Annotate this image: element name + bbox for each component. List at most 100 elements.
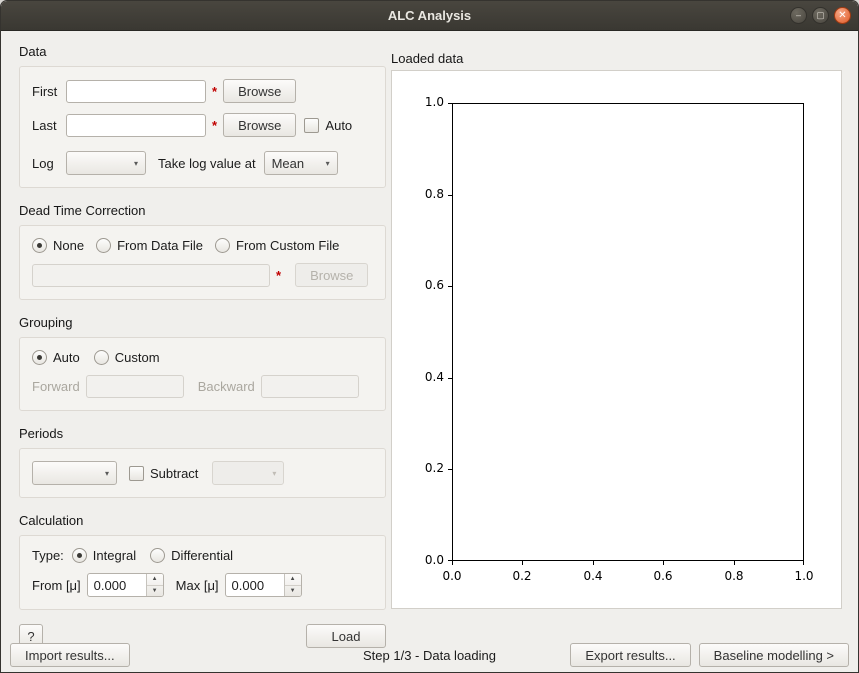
last-run-input[interactable] [66, 114, 206, 137]
x-tick-label: 1.0 [789, 569, 819, 583]
take-log-dropdown[interactable]: Mean ▾ [264, 151, 338, 175]
baseline-modelling-button[interactable]: Baseline modelling > [699, 643, 849, 667]
dead-time-browse-button: Browse [295, 263, 368, 287]
first-run-input[interactable] [66, 80, 206, 103]
title-bar[interactable]: ALC Analysis – ▢ ✕ [1, 1, 858, 31]
spin-arrows: ▲ ▼ [146, 574, 163, 596]
x-tick-mark [803, 561, 804, 565]
log-label: Log [32, 156, 66, 171]
grouping-auto-label: Auto [53, 350, 80, 365]
window-title: ALC Analysis [388, 8, 471, 23]
y-tick-mark [448, 103, 452, 104]
import-results-button[interactable]: Import results... [10, 643, 130, 667]
controls-panel: Data First * Browse Last * Browse Auto L… [19, 30, 386, 648]
radio-icon [32, 238, 47, 253]
last-browse-button[interactable]: Browse [223, 113, 296, 137]
subtract-checkbox[interactable] [129, 466, 144, 481]
max-spinbox-input[interactable] [226, 574, 284, 596]
radio-icon [96, 238, 111, 253]
radio-icon [150, 548, 165, 563]
integral-radio[interactable]: Integral [72, 548, 136, 563]
grouping-groupbox: Auto Custom Forward Backward [19, 337, 386, 411]
close-button[interactable]: ✕ [834, 7, 851, 24]
max-spinbox[interactable]: ▲ ▼ [225, 573, 302, 597]
dead-time-section-label: Dead Time Correction [19, 203, 386, 218]
y-tick-label: 0.4 [392, 370, 444, 384]
data-groupbox: First * Browse Last * Browse Auto Log ▾ [19, 66, 386, 188]
grouping-options-row: Auto Custom [32, 350, 373, 365]
dead-time-data-file-label: From Data File [117, 238, 203, 253]
calculation-groupbox: Type: Integral Differential From [μ] [19, 535, 386, 610]
grouping-section-label: Grouping [19, 315, 386, 330]
export-results-button[interactable]: Export results... [570, 643, 690, 667]
x-tick-label: 0.6 [648, 569, 678, 583]
calculation-type-row: Type: Integral Differential [32, 548, 373, 563]
y-tick-mark [448, 286, 452, 287]
last-run-row: Last * Browse Auto [32, 113, 373, 137]
dead-time-none-radio[interactable]: None [32, 238, 84, 253]
required-asterisk: * [276, 268, 281, 283]
x-tick-mark [734, 561, 735, 565]
dead-time-custom-file-radio[interactable]: From Custom File [215, 238, 339, 253]
grouping-custom-radio[interactable]: Custom [94, 350, 160, 365]
backward-grouping-input [261, 375, 359, 398]
periods-section-label: Periods [19, 426, 386, 441]
from-spinbox[interactable]: ▲ ▼ [87, 573, 164, 597]
forward-grouping-input [86, 375, 184, 398]
radio-icon [72, 548, 87, 563]
log-dropdown[interactable]: ▾ [66, 151, 146, 175]
x-tick-label: 0.2 [507, 569, 537, 583]
log-row: Log ▾ Take log value at Mean ▾ [32, 151, 373, 175]
periods-groupbox: ▾ Subtract ▾ [19, 448, 386, 498]
grouping-values-row: Forward Backward [32, 375, 373, 398]
first-browse-button[interactable]: Browse [223, 79, 296, 103]
spin-down-icon[interactable]: ▼ [147, 586, 163, 597]
grouping-auto-radio[interactable]: Auto [32, 350, 80, 365]
take-log-dropdown-value: Mean [272, 156, 305, 171]
subtract-label: Subtract [150, 466, 198, 481]
chevron-down-icon: ▾ [272, 469, 276, 478]
y-tick-label: 0.6 [392, 278, 444, 292]
x-tick-mark [452, 561, 453, 565]
loaded-data-plot[interactable]: 1.0 0.8 0.6 0.4 0.2 0.0 0.0 0.2 0.4 0.6 … [391, 70, 842, 609]
dead-time-groupbox: None From Data File From Custom File * B… [19, 225, 386, 300]
close-icon: ✕ [838, 11, 846, 21]
required-asterisk: * [212, 118, 217, 133]
first-run-row: First * Browse [32, 79, 373, 103]
differential-radio[interactable]: Differential [150, 548, 233, 563]
spin-down-icon[interactable]: ▼ [285, 586, 301, 597]
auto-last-checkbox[interactable] [304, 118, 319, 133]
auto-checkbox-label: Auto [325, 118, 352, 133]
chevron-down-icon: ▾ [134, 159, 138, 168]
required-asterisk: * [212, 84, 217, 99]
first-label: First [32, 84, 66, 99]
maximize-icon: ▢ [816, 11, 825, 20]
dead-time-options-row: None From Data File From Custom File [32, 238, 373, 253]
spin-up-icon[interactable]: ▲ [147, 574, 163, 586]
backward-label: Backward [198, 379, 255, 394]
x-tick-label: 0.0 [437, 569, 467, 583]
y-tick-mark [448, 195, 452, 196]
integral-label: Integral [93, 548, 136, 563]
period-dropdown[interactable]: ▾ [32, 461, 117, 485]
dead-time-file-input [32, 264, 270, 287]
minimize-button[interactable]: – [790, 7, 807, 24]
y-tick-label: 0.0 [392, 553, 444, 567]
radio-icon [32, 350, 47, 365]
data-section-label: Data [19, 44, 386, 59]
dead-time-none-label: None [53, 238, 84, 253]
radio-icon [94, 350, 109, 365]
forward-label: Forward [32, 379, 80, 394]
status-bar-right-buttons: Export results... Baseline modelling > [570, 643, 849, 667]
spin-up-icon[interactable]: ▲ [285, 574, 301, 586]
y-tick-mark [448, 378, 452, 379]
x-tick-mark [593, 561, 594, 565]
radio-icon [215, 238, 230, 253]
dead-time-data-file-radio[interactable]: From Data File [96, 238, 203, 253]
maximize-button[interactable]: ▢ [812, 7, 829, 24]
loaded-data-label: Loaded data [391, 51, 463, 66]
from-spinbox-input[interactable] [88, 574, 146, 596]
status-bar: Step 1/3 - Data loading Import results..… [1, 638, 858, 672]
subtract-period-dropdown: ▾ [212, 461, 284, 485]
plot-axes [452, 103, 804, 561]
